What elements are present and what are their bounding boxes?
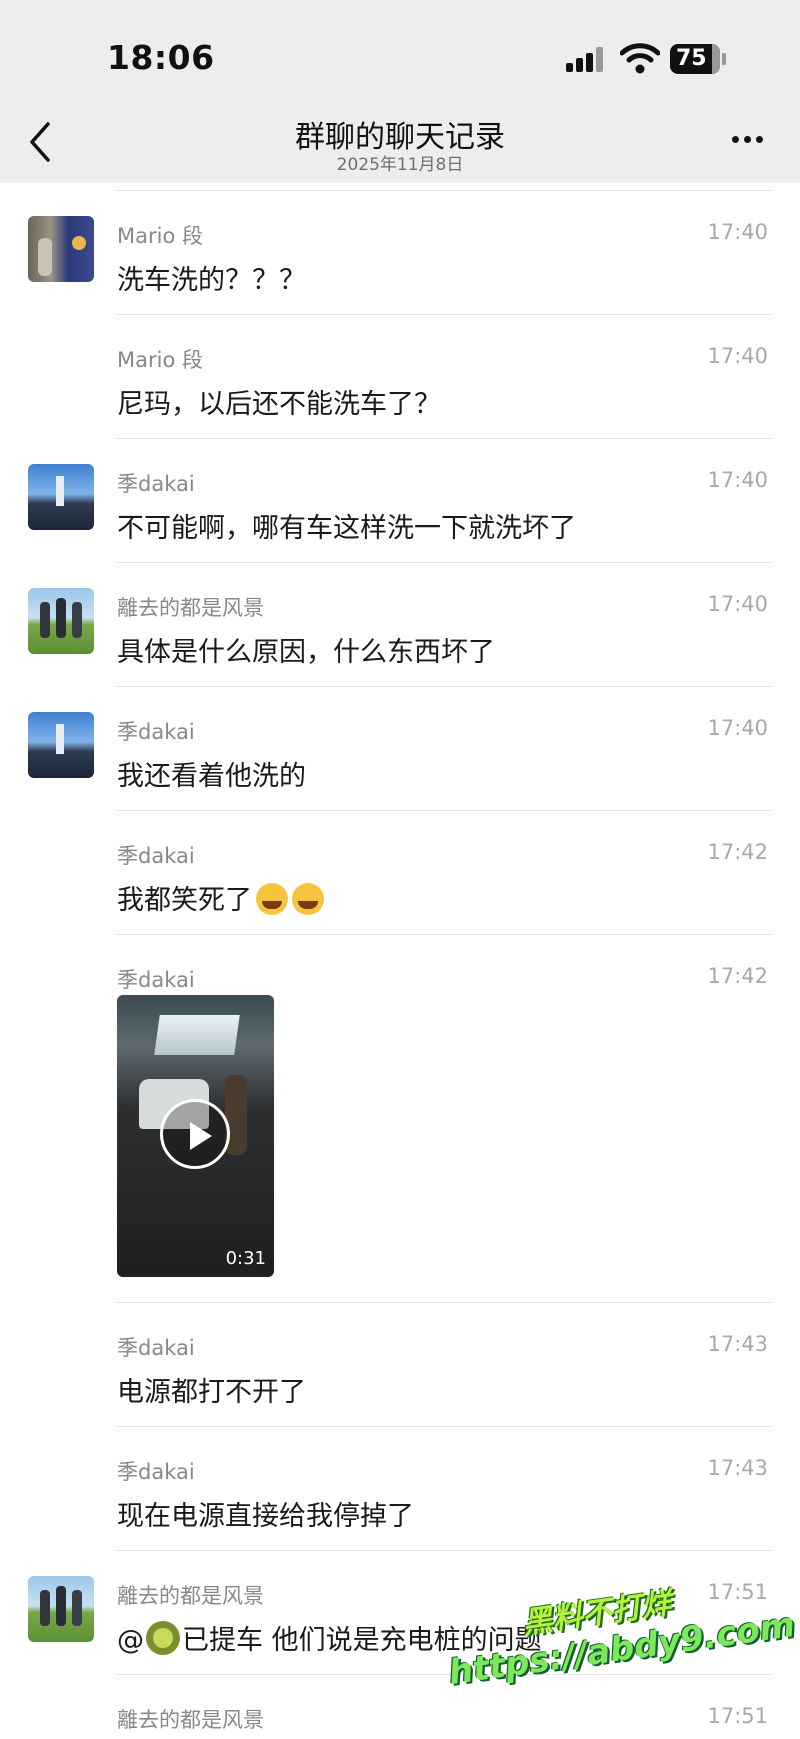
chat-message[interactable]: 季dakai 17:42 我都笑死了	[0, 810, 800, 934]
page-date: 2025年11月8日	[336, 155, 464, 175]
battery-tip	[722, 53, 726, 65]
mention-at: @	[117, 1625, 144, 1656]
play-icon[interactable]	[160, 1099, 230, 1169]
message-time: 17:40	[707, 220, 768, 244]
message-time: 17:51	[707, 1704, 768, 1728]
chat-message[interactable]: 離去的都是风景 17:40 具体是什么原因，什么东西坏了	[0, 562, 800, 686]
sender-name: 季dakai	[117, 1336, 195, 1360]
avatar[interactable]	[28, 464, 94, 530]
chat-message[interactable]: Mario 段 17:40 尼玛，以后还不能洗车了？	[0, 314, 800, 438]
more-dots-icon[interactable]	[728, 130, 768, 150]
message-time: 17:40	[707, 592, 768, 616]
message-time: 17:40	[707, 344, 768, 368]
kiwi-emoji-icon	[146, 1621, 180, 1655]
avatar[interactable]	[28, 1576, 94, 1642]
avatar[interactable]	[28, 588, 94, 654]
message-text: 具体是什么原因，什么东西坏了	[117, 637, 495, 668]
status-time: 18:06	[107, 38, 215, 77]
message-time: 17:42	[707, 840, 768, 864]
message-time: 17:40	[707, 468, 768, 492]
message-time: 17:43	[707, 1456, 768, 1480]
message-content: 我都笑死了	[117, 878, 324, 917]
message-text: 现在电源直接给我停掉了	[117, 1501, 414, 1532]
battery-icon: 75	[670, 44, 720, 74]
chat-message[interactable]: 季dakai 17:40 不可能啊，哪有车这样洗一下就洗坏了	[0, 438, 800, 562]
chat-message[interactable]: Mario 段 17:40 洗车洗的？？？	[0, 190, 800, 314]
laugh-cry-emoji-icon	[256, 883, 288, 915]
avatar[interactable]	[28, 712, 94, 778]
sender-name: Mario 段	[117, 224, 203, 248]
signal-icon	[566, 46, 606, 72]
chat-message[interactable]: 季dakai 17:42 0:31	[0, 934, 800, 1302]
battery-level: 75	[676, 46, 707, 71]
message-text: 不可能啊，哪有车这样洗一下就洗坏了	[117, 513, 576, 544]
sender-name: 季dakai	[117, 472, 195, 496]
sender-name: 離去的都是风景	[117, 1708, 264, 1732]
laugh-cry-emoji-icon	[292, 883, 324, 915]
chat-message[interactable]: 季dakai 17:40 我还看着他洗的	[0, 686, 800, 810]
sender-name: Mario 段	[117, 348, 203, 372]
wifi-icon	[620, 43, 660, 74]
sender-name: 離去的都是风景	[117, 596, 264, 620]
message-time: 17:40	[707, 716, 768, 740]
video-duration: 0:31	[225, 1248, 266, 1269]
message-text: 电源都打不开了	[117, 1377, 306, 1408]
sender-name: 季dakai	[117, 844, 195, 868]
avatar[interactable]	[28, 216, 94, 282]
top-bar: 18:06 75 群聊的聊天记录 2025年11月8日	[0, 0, 800, 183]
message-text: 我都笑死了	[117, 885, 252, 916]
video-thumbnail[interactable]: 0:31	[117, 995, 274, 1277]
sender-name: 季dakai	[117, 968, 195, 992]
message-text: 我还看着他洗的	[117, 761, 306, 792]
sender-name: 季dakai	[117, 720, 195, 744]
message-text: 洗车洗的？？？	[117, 265, 306, 296]
chat-message[interactable]: 季dakai 17:43 现在电源直接给我停掉了	[0, 1426, 800, 1550]
sender-name: 離去的都是风景	[117, 1584, 264, 1608]
message-text: 尼玛，以后还不能洗车了？	[117, 389, 441, 420]
message-time: 17:43	[707, 1332, 768, 1356]
garage-light	[154, 1015, 240, 1055]
message-time: 17:42	[707, 964, 768, 988]
chat-message[interactable]: 季dakai 17:43 电源都打不开了	[0, 1302, 800, 1426]
sender-name: 季dakai	[117, 1460, 195, 1484]
